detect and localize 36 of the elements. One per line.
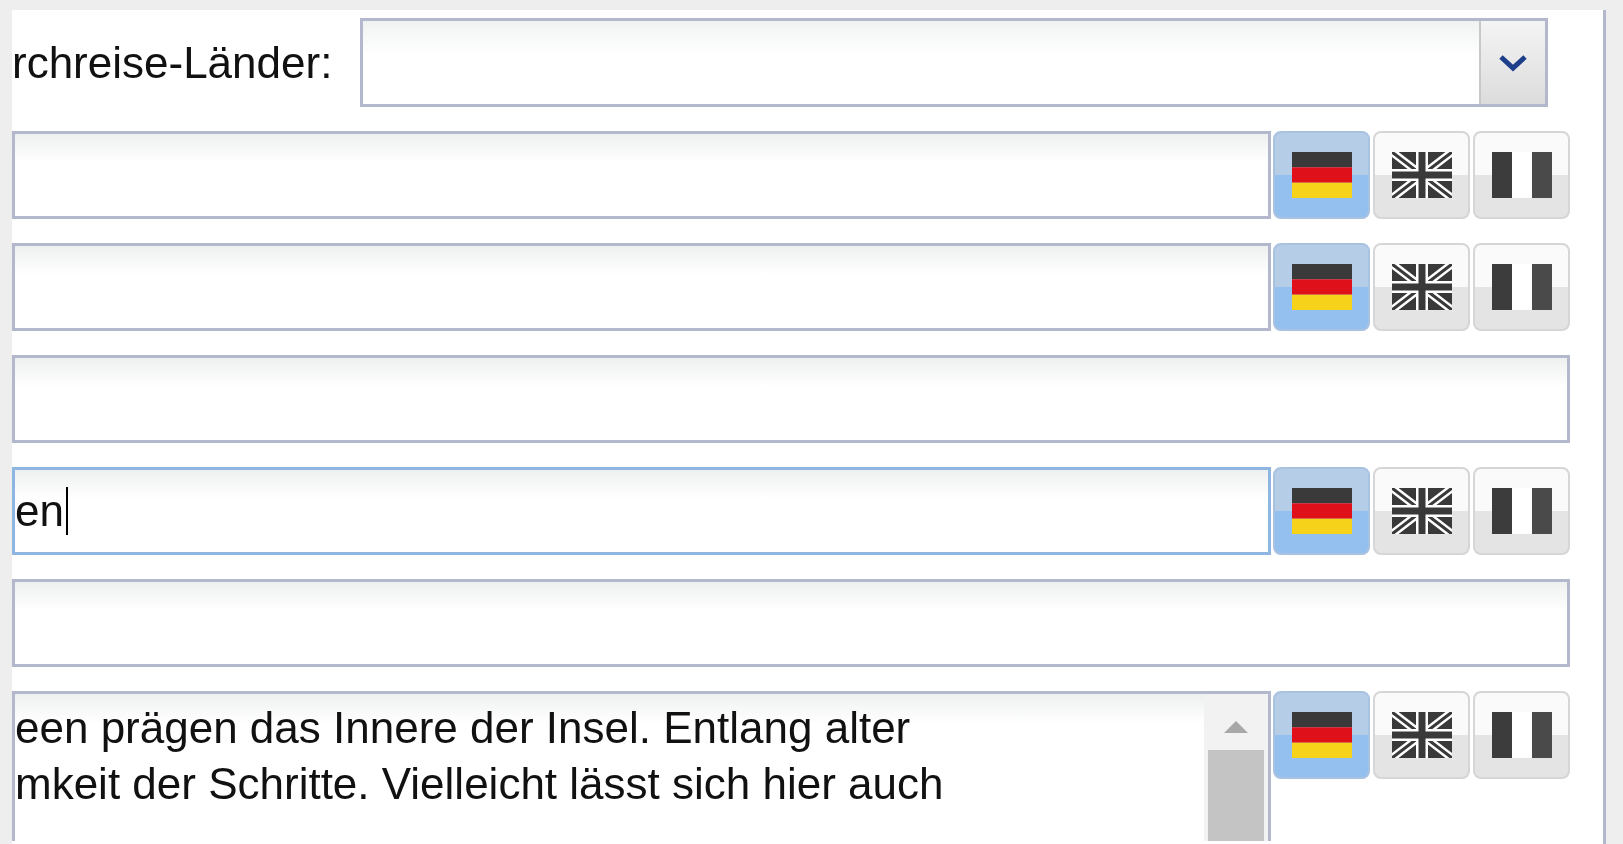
scrollbar[interactable] bbox=[1204, 694, 1268, 841]
language-button[interactable] bbox=[1273, 243, 1370, 331]
language-button[interactable] bbox=[1273, 131, 1370, 219]
flag-icon bbox=[1291, 488, 1352, 534]
text-field[interactable] bbox=[12, 579, 1570, 667]
text-field[interactable]: en bbox=[12, 467, 1271, 555]
dropdown-field[interactable] bbox=[360, 18, 1549, 107]
dropdown-button[interactable] bbox=[1479, 21, 1546, 104]
language-button[interactable] bbox=[1373, 131, 1470, 219]
flag-icon bbox=[1391, 264, 1452, 310]
language-button[interactable] bbox=[1373, 467, 1470, 555]
text-field[interactable] bbox=[12, 243, 1271, 331]
flag-icon bbox=[1391, 152, 1452, 198]
flag-icon bbox=[1491, 264, 1552, 310]
flag-icon bbox=[1391, 488, 1452, 534]
flag-icon bbox=[1491, 488, 1552, 534]
language-button[interactable] bbox=[1473, 691, 1570, 779]
flag-icon bbox=[1491, 152, 1552, 198]
language-button[interactable] bbox=[1273, 691, 1370, 779]
flag-icon bbox=[1491, 712, 1552, 758]
flag-icon bbox=[1291, 152, 1352, 198]
language-button[interactable] bbox=[1373, 691, 1470, 779]
field-label: rchreise-Länder: bbox=[12, 37, 333, 88]
flag-icon bbox=[1391, 712, 1452, 758]
text-field[interactable] bbox=[12, 355, 1570, 443]
flag-icon bbox=[1291, 712, 1352, 758]
text-area[interactable]: een prägen das Innere der Insel. Entlang alter mkeit der Schritte. Vielleicht lässt sich hier auch bbox=[12, 691, 1271, 841]
language-button[interactable] bbox=[1473, 243, 1570, 331]
chevron-down-icon bbox=[1498, 52, 1529, 73]
scrollbar-thumb[interactable] bbox=[1208, 750, 1264, 841]
language-button[interactable] bbox=[1473, 467, 1570, 555]
flag-icon bbox=[1291, 264, 1352, 310]
language-button[interactable] bbox=[1373, 243, 1470, 331]
language-button[interactable] bbox=[1473, 131, 1570, 219]
language-button[interactable] bbox=[1273, 467, 1370, 555]
text-field[interactable] bbox=[12, 131, 1271, 219]
